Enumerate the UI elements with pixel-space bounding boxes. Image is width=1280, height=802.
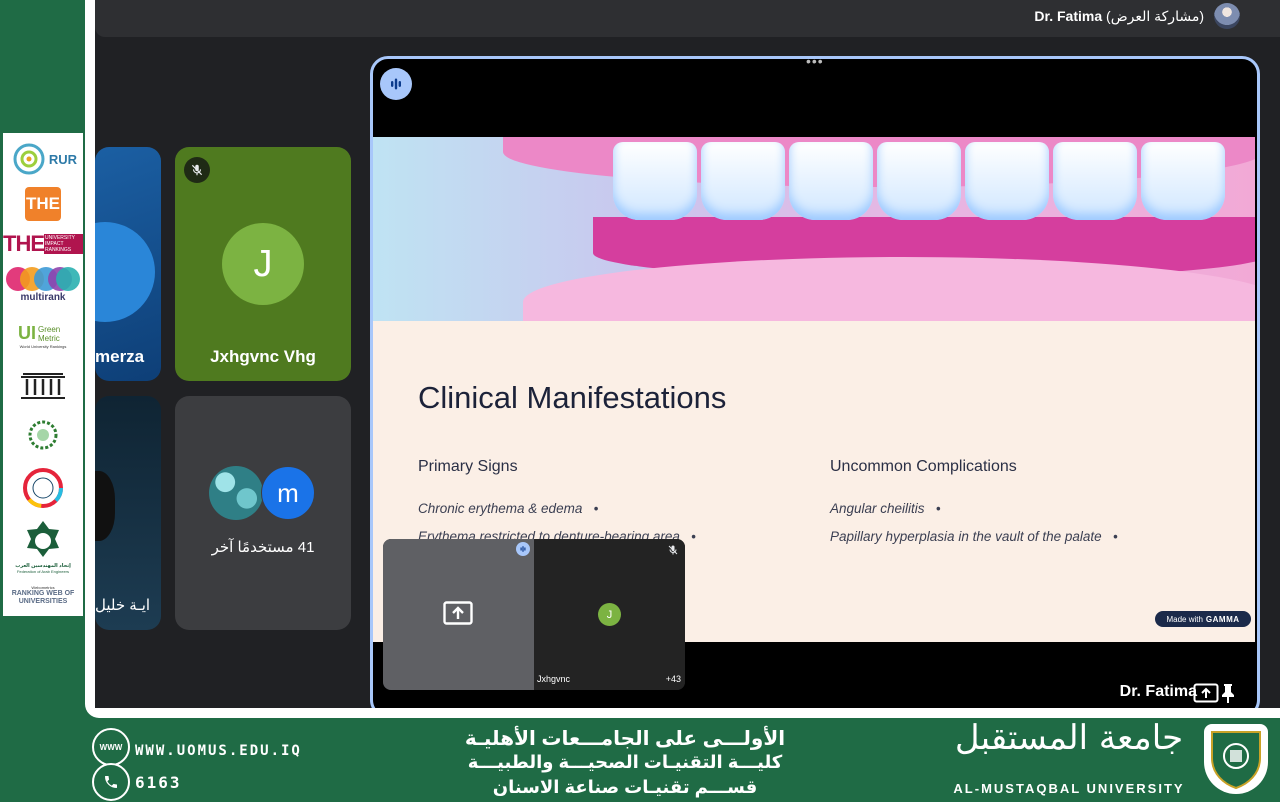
building-logo [3, 369, 83, 403]
presenter-info[interactable]: Dr. Fatima (مشاركة العرض) [1034, 2, 1240, 30]
presenter-name: Dr. Fatima [1034, 7, 1103, 24]
pin-icon[interactable] [1221, 683, 1235, 708]
present-screen-icon[interactable] [1193, 683, 1219, 708]
others-tile[interactable]: m 41 مستخدمًا آخر [175, 396, 351, 630]
arab-engineers-logo: إتحاد المهندسين العرب Federation of Arab… [3, 515, 83, 577]
avatar: J [222, 223, 304, 305]
avatar: m [261, 466, 315, 520]
audio-level-icon [380, 68, 412, 100]
audio-level-icon [516, 542, 530, 556]
mic-off-icon [667, 543, 679, 561]
participant-tile[interactable]: ايـة خليل [95, 396, 161, 630]
stage-presenter-name: Dr. Fatima [1119, 683, 1197, 700]
avatar [209, 466, 263, 520]
list-item: Papillary hyperplasia in the vault of th… [830, 529, 1118, 544]
multirank-logo: multirank [3, 263, 83, 305]
university-name-en: AL-MUSTAQBAL UNIVERSITY [953, 781, 1185, 796]
phone-number[interactable]: 6163 [135, 773, 182, 792]
self-view-panel[interactable]: J Jxhgvnc +43 [383, 539, 685, 690]
presenting-label: (مشاركة العرض) [1106, 7, 1204, 24]
self-name: Jxhgvnc [537, 674, 571, 684]
the-logo: THE [3, 185, 83, 223]
more-options-icon[interactable]: ••• [806, 59, 824, 69]
top-bar: Dr. Fatima (مشاركة العرض) [95, 0, 1280, 37]
avatar [95, 222, 155, 322]
others-count-label: 41 مستخدمًا آخر [211, 539, 315, 556]
university-name-ar: جامعة المستقبل [954, 718, 1184, 758]
webometrics-logo: Webometrics RANKING WEB OF UNIVERSITIES [11, 584, 75, 605]
arab-universities-logo [3, 415, 83, 459]
rankings-strip: RUR THE THE UNIVERSITY IMPACT RANKINGS m… [3, 133, 83, 616]
rur-logo: RUR [3, 139, 83, 179]
phone-icon [92, 763, 130, 801]
screen-share-preview[interactable] [383, 539, 534, 690]
the-impact-logo: THE UNIVERSITY IMPACT RANKINGS [3, 229, 83, 259]
footer-line-1: الأولـــى على الجامـــعات الأهليـة [464, 728, 786, 750]
extra-participants-count[interactable]: +43 [666, 674, 681, 684]
left-heading: Primary Signs [418, 458, 518, 475]
footer-line-3: قســـم تقنيـات صناعة الاسنان [492, 777, 758, 797]
list-item: Angular cheilitis • [830, 501, 941, 516]
globe-icon: WWW [92, 728, 130, 766]
participant-name: merza [95, 347, 145, 366]
right-heading: Uncommon Complications [830, 458, 1017, 475]
present-screen-icon [443, 601, 473, 630]
sdg-logo [3, 467, 83, 509]
footer-line-2: كليـــة التقنيـات الصحيـــة والطبيـــة [467, 752, 783, 772]
participant-tile[interactable]: J Jxhgvnc Vhg [175, 147, 351, 381]
teeth-illustration [373, 137, 1255, 321]
participant-tile[interactable]: merza [95, 147, 161, 381]
presenter-avatar [1214, 3, 1240, 29]
website-url[interactable]: WWW.UOMUS.EDU.IQ [135, 743, 302, 759]
avatar: J [598, 603, 621, 626]
meet-window: Dr. Fatima (مشاركة العرض) merza J Jxhgvn… [95, 0, 1280, 708]
list-item: Chronic erythema & edema • [418, 501, 599, 516]
participant-name: ايـة خليل [95, 597, 151, 614]
slide-title: Clinical Manifestations [418, 380, 727, 415]
gamma-badge[interactable]: Made with GAMMA [1155, 611, 1251, 627]
mic-off-icon [184, 157, 210, 183]
university-logo [1204, 724, 1268, 794]
participant-video [95, 471, 115, 541]
participant-name: Jxhgvnc Vhg [210, 347, 316, 366]
self-tile[interactable]: J Jxhgvnc +43 [534, 539, 685, 690]
greenmetric-logo: UI Green Metric World University Ranking… [18, 323, 67, 349]
